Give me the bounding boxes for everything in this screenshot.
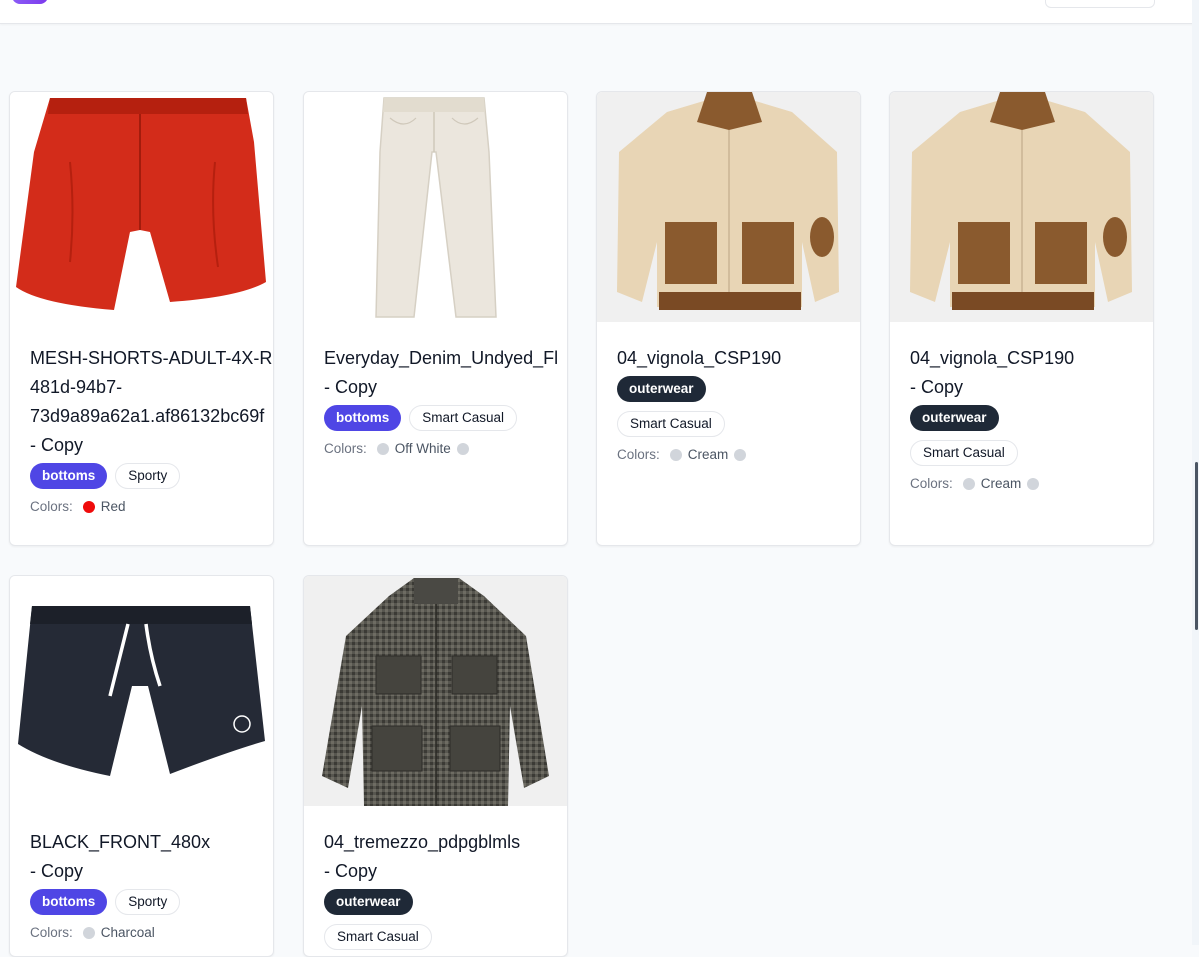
category-badge: outerwear <box>324 889 413 915</box>
item-title-line: MESH-SHORTS-ADULT-4X-R <box>30 348 273 368</box>
color-swatch <box>669 448 682 461</box>
item-title-line: BLACK_FRONT_480x <box>30 832 211 852</box>
colors-label: Colors: <box>30 499 73 514</box>
clothing-item-card[interactable]: MESH-SHORTS-ADULT-4X-R 481d-94b7- 73d9a8… <box>9 91 274 546</box>
category-badge: outerwear <box>617 376 706 402</box>
style-badge: Smart Casual <box>617 411 725 437</box>
color-name: Off White <box>394 441 451 456</box>
color-swatch-red <box>82 500 95 513</box>
color-swatch <box>1027 477 1040 490</box>
page-scrollbar-thumb[interactable] <box>1195 462 1198 630</box>
item-title-line: - Copy <box>30 435 84 455</box>
clothing-item-card[interactable]: 04_tremezzo_pdpgblmls - Copy outerwear S… <box>303 575 568 957</box>
color-swatch <box>376 442 389 455</box>
item-title-line: 04_vignola_CSP190 <box>617 348 782 368</box>
colors-label: Colors: <box>30 925 73 940</box>
clothing-item-card[interactable]: BLACK_FRONT_480x - Copy bottoms Sporty C… <box>9 575 274 957</box>
colors-label: Colors: <box>617 447 660 462</box>
style-badge: Sporty <box>115 889 181 915</box>
clothing-item-card[interactable]: Everyday_Denim_Undyed_Fl - Copy bottoms … <box>303 91 568 546</box>
clothing-item-card[interactable]: 04_vignola_CSP190 - Copy outerwear Smart… <box>889 91 1154 546</box>
color-name: Red <box>100 499 126 514</box>
color-name: Charcoal <box>100 925 155 940</box>
item-title-line: - Copy <box>30 861 84 881</box>
colors-label: Colors: <box>324 441 367 456</box>
item-image-cream-bomber-jacket <box>890 92 1153 322</box>
item-image-tweed-field-jacket <box>304 576 567 806</box>
item-image-cream-bomber-jacket <box>597 92 860 322</box>
item-title-line: Everyday_Denim_Undyed_Fl <box>324 348 559 368</box>
style-badge: Smart Casual <box>910 440 1018 466</box>
item-title-line: - Copy <box>910 377 964 397</box>
color-name: Cream <box>687 447 729 462</box>
item-title-line: 04_vignola_CSP190 <box>910 348 1075 368</box>
item-image-black-shorts <box>10 576 273 806</box>
color-swatch <box>82 926 95 939</box>
item-title-line: 481d-94b7- <box>30 377 123 397</box>
color-swatch <box>962 477 975 490</box>
style-badge: Smart Casual <box>324 924 432 950</box>
header-action-button[interactable] <box>1045 0 1155 8</box>
category-badge: bottoms <box>30 889 108 915</box>
clothing-item-card[interactable]: 04_vignola_CSP190 outerwear Smart Casual… <box>596 91 861 546</box>
category-badge: bottoms <box>324 405 402 431</box>
item-image-undyed-denim-jeans <box>304 92 567 322</box>
color-swatch <box>456 442 469 455</box>
item-title-line: - Copy <box>324 377 378 397</box>
color-swatch <box>734 448 747 461</box>
item-title-line: 73d9a89a62a1.af86132bc69f <box>30 406 265 426</box>
category-badge: bottoms <box>30 463 108 489</box>
style-badge: Sporty <box>115 463 181 489</box>
colors-label: Colors: <box>910 476 953 491</box>
item-title-line: 04_tremezzo_pdpgblmls <box>324 832 521 852</box>
color-name: Cream <box>980 476 1022 491</box>
item-image-red-mesh-shorts <box>10 92 273 322</box>
category-badge: outerwear <box>910 405 999 431</box>
top-navigation-bar <box>0 0 1199 24</box>
style-badge: Smart Casual <box>409 405 518 431</box>
item-title-line: - Copy <box>324 861 378 881</box>
app-logo[interactable] <box>12 0 48 4</box>
